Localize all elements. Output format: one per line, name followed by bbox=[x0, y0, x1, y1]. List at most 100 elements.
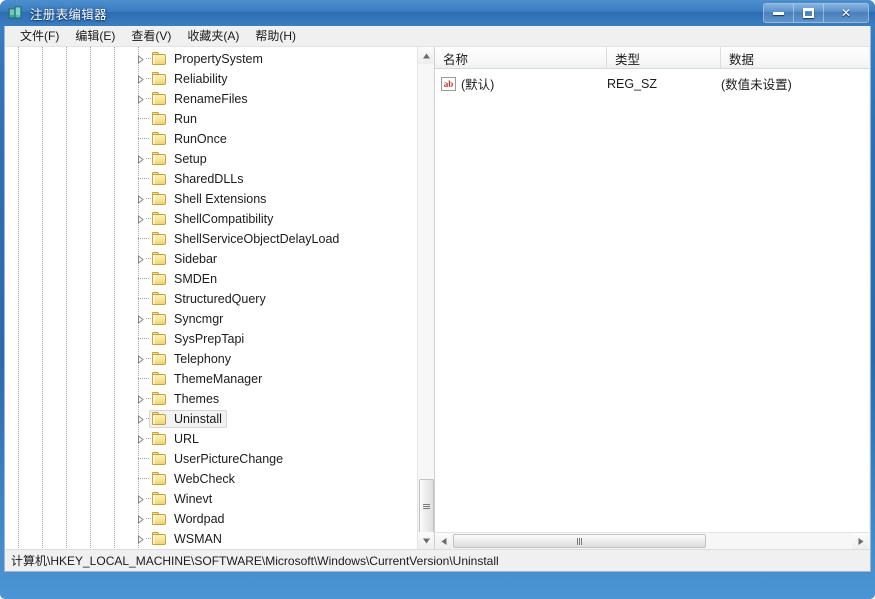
close-button[interactable]: ✕ bbox=[824, 4, 868, 22]
expand-arrow-icon[interactable] bbox=[136, 55, 145, 64]
folder-icon bbox=[151, 212, 167, 226]
minimize-button[interactable] bbox=[764, 4, 794, 22]
menu-item-file[interactable]: 文件(F) bbox=[12, 25, 67, 47]
window-controls: ✕ bbox=[763, 3, 869, 23]
tree-item-label: Syncmgr bbox=[174, 312, 224, 326]
expand-arrow-icon[interactable] bbox=[136, 155, 145, 164]
tree-item-label: Sidebar bbox=[174, 252, 218, 266]
tree-item-shellserviceobjectdelayload[interactable]: ShellServiceObjectDelayLoad bbox=[5, 229, 413, 249]
folder-icon bbox=[151, 72, 167, 86]
tree-item-wsman[interactable]: WSMAN bbox=[5, 529, 413, 549]
tree-item-url[interactable]: URL bbox=[5, 429, 413, 449]
column-header-type[interactable]: 类型 bbox=[607, 47, 721, 69]
expand-arrow-icon[interactable] bbox=[136, 355, 145, 364]
expand-arrow-icon[interactable] bbox=[136, 75, 145, 84]
value-type-cell: REG_SZ bbox=[607, 76, 658, 91]
column-header-name[interactable]: 名称 bbox=[435, 47, 607, 69]
folder-icon bbox=[151, 152, 167, 166]
tree-item-telephony[interactable]: Telephony bbox=[5, 349, 413, 369]
tree-item-label: SharedDLLs bbox=[174, 172, 244, 186]
close-icon: ✕ bbox=[840, 6, 852, 20]
values-horizontal-scrollbar[interactable] bbox=[435, 532, 869, 549]
tree-item-webcheck[interactable]: WebCheck bbox=[5, 469, 413, 489]
tree-connector bbox=[138, 338, 149, 339]
tree-item-label: Reliability bbox=[174, 72, 228, 86]
tree-item-reliability[interactable]: Reliability bbox=[5, 69, 413, 89]
tree-item-label: Run bbox=[174, 112, 197, 126]
tree-connector bbox=[138, 469, 139, 489]
tree-item-label: UserPictureChange bbox=[174, 452, 284, 466]
tree-item-themes[interactable]: Themes bbox=[5, 389, 413, 409]
scroll-left-button[interactable] bbox=[435, 533, 452, 549]
scroll-down-button[interactable] bbox=[418, 532, 434, 549]
expand-arrow-icon[interactable] bbox=[136, 535, 145, 544]
tree-item-renamefiles[interactable]: RenameFiles bbox=[5, 89, 413, 109]
tree-item-run[interactable]: Run bbox=[5, 109, 413, 129]
tree-item-label: URL bbox=[174, 432, 200, 446]
tree-item-structuredquery[interactable]: StructuredQuery bbox=[5, 289, 413, 309]
expand-arrow-icon[interactable] bbox=[136, 315, 145, 324]
registry-tree-pane[interactable]: PropertySystem Reliability RenameFiles Run R… bbox=[5, 47, 435, 549]
tree-item-label: Shell Extensions bbox=[174, 192, 267, 206]
tree-item-uninstall[interactable]: Uninstall bbox=[5, 409, 413, 429]
tree-connector bbox=[138, 229, 139, 249]
scroll-left-icon bbox=[441, 537, 446, 545]
maximize-button[interactable] bbox=[794, 4, 824, 22]
scroll-up-button[interactable] bbox=[418, 47, 434, 64]
tree-item-label: ShellCompatibility bbox=[174, 212, 274, 226]
folder-icon bbox=[151, 52, 167, 66]
folder-icon bbox=[151, 432, 167, 446]
tree-item-wordpad[interactable]: Wordpad bbox=[5, 509, 413, 529]
tree-connector bbox=[138, 278, 149, 279]
folder-icon bbox=[151, 492, 167, 506]
tree-connector bbox=[138, 138, 149, 139]
expand-arrow-icon[interactable] bbox=[136, 95, 145, 104]
tree-item-runonce[interactable]: RunOnce bbox=[5, 129, 413, 149]
tree-item-setup[interactable]: Setup bbox=[5, 149, 413, 169]
folder-icon bbox=[151, 312, 167, 326]
tree-item-smden[interactable]: SMDEn bbox=[5, 269, 413, 289]
values-column-header: 名称 类型 数据 bbox=[435, 47, 869, 69]
expand-arrow-icon[interactable] bbox=[136, 195, 145, 204]
tree-connector bbox=[138, 109, 139, 129]
expand-arrow-icon[interactable] bbox=[136, 415, 145, 424]
menu-item-favorites[interactable]: 收藏夹(A) bbox=[179, 25, 247, 47]
tree-item-label: Themes bbox=[174, 392, 220, 406]
menu-item-edit[interactable]: 编辑(E) bbox=[67, 25, 123, 47]
expand-arrow-icon[interactable] bbox=[136, 515, 145, 524]
title-bar: 注册表编辑器 ✕ bbox=[0, 0, 875, 26]
folder-icon bbox=[151, 452, 167, 466]
tree-connector bbox=[138, 458, 149, 459]
value-row[interactable]: ab (默认) REG_SZ (数值未设置) bbox=[435, 73, 869, 94]
tree-item-thememanager[interactable]: ThemeManager bbox=[5, 369, 413, 389]
column-header-data[interactable]: 数据 bbox=[721, 47, 869, 69]
tree-scrollbar-thumb[interactable] bbox=[419, 479, 434, 534]
tree-item-propertysystem[interactable]: PropertySystem bbox=[5, 49, 413, 69]
menu-item-help[interactable]: 帮助(H) bbox=[247, 25, 304, 47]
registry-values-pane[interactable]: 名称 类型 数据 ab (默认) REG_SZ (数值未设置) bbox=[435, 47, 869, 549]
tree-item-shellcompatibility[interactable]: ShellCompatibility bbox=[5, 209, 413, 229]
tree-item-shell-extensions[interactable]: Shell Extensions bbox=[5, 189, 413, 209]
client-area: 文件(F) 编辑(E) 查看(V) 收藏夹(A) 帮助(H) PropertyS… bbox=[4, 26, 871, 572]
scroll-right-button[interactable] bbox=[852, 533, 869, 549]
scrollbar-grip-icon bbox=[423, 503, 430, 510]
tree-item-shareddlls[interactable]: SharedDLLs bbox=[5, 169, 413, 189]
expand-arrow-icon[interactable] bbox=[136, 255, 145, 264]
expand-arrow-icon[interactable] bbox=[136, 495, 145, 504]
menu-item-view[interactable]: 查看(V) bbox=[123, 25, 179, 47]
folder-icon bbox=[151, 412, 167, 426]
tree-item-winevt[interactable]: Winevt bbox=[5, 489, 413, 509]
registry-editor-window: 注册表编辑器 ✕ 文件(F) 编辑(E) 查看(V) 收藏夹(A) 帮助(H) bbox=[0, 0, 875, 599]
tree-item-sidebar[interactable]: Sidebar bbox=[5, 249, 413, 269]
tree-connector bbox=[138, 238, 149, 239]
tree-item-label: PropertySystem bbox=[174, 52, 263, 66]
tree-vertical-scrollbar[interactable] bbox=[417, 47, 434, 549]
expand-arrow-icon[interactable] bbox=[136, 435, 145, 444]
values-scrollbar-thumb[interactable] bbox=[453, 534, 706, 548]
tree-item-syncmgr[interactable]: Syncmgr bbox=[5, 309, 413, 329]
expand-arrow-icon[interactable] bbox=[136, 215, 145, 224]
tree-item-userpicturechange[interactable]: UserPictureChange bbox=[5, 449, 413, 469]
expand-arrow-icon[interactable] bbox=[136, 395, 145, 404]
tree-item-syspreptapi[interactable]: SysPrepTapi bbox=[5, 329, 413, 349]
value-name-cell: ab (默认) bbox=[435, 73, 607, 94]
